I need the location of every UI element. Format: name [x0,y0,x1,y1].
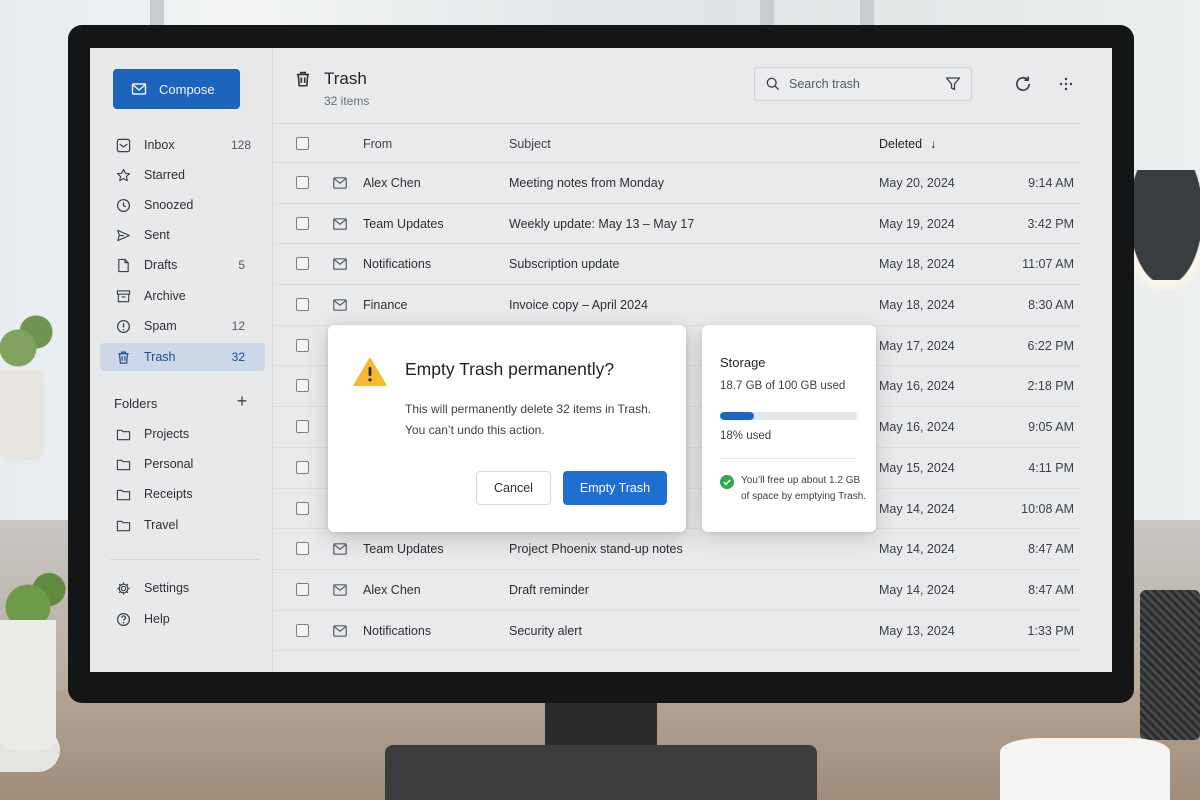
dialog-line: You can’t undo this action. [405,423,545,437]
cancel-button[interactable]: Cancel [476,471,551,505]
storage-note: You’ll free up about 1.2 GB of space by … [741,475,867,502]
pen-holder [1140,590,1200,740]
storage-progress-fill [720,412,755,420]
check-circle-icon [720,475,734,489]
plant-pot [0,620,56,750]
storage-progress-bar [720,412,857,420]
plant [0,300,60,380]
dialog-body: This will permanently delete 32 items in… [405,399,675,441]
empty-trash-button[interactable]: Empty Trash [563,471,667,505]
email-app: Compose Inbox 128 Starred Snoozed Sent D… [90,48,1112,672]
dialog-line: This will permanently delete 32 items in… [405,402,652,416]
storage-divider [720,458,857,459]
storage-percent: 18% used [720,430,772,442]
monitor-stand-base [385,745,817,800]
storage-title: Storage [720,355,766,370]
desk-lamp [1132,170,1200,280]
warning-icon [353,358,387,386]
empty-trash-dialog: Empty Trash permanently? This will perma… [328,325,686,532]
coffee-mug [1000,738,1170,800]
dialog-title: Empty Trash permanently? [405,359,615,379]
storage-used: 18.7 GB of 100 GB used [720,380,846,392]
plant-pot [0,370,44,460]
storage-card: Storage 18.7 GB of 100 GB used 18% used … [702,325,876,532]
